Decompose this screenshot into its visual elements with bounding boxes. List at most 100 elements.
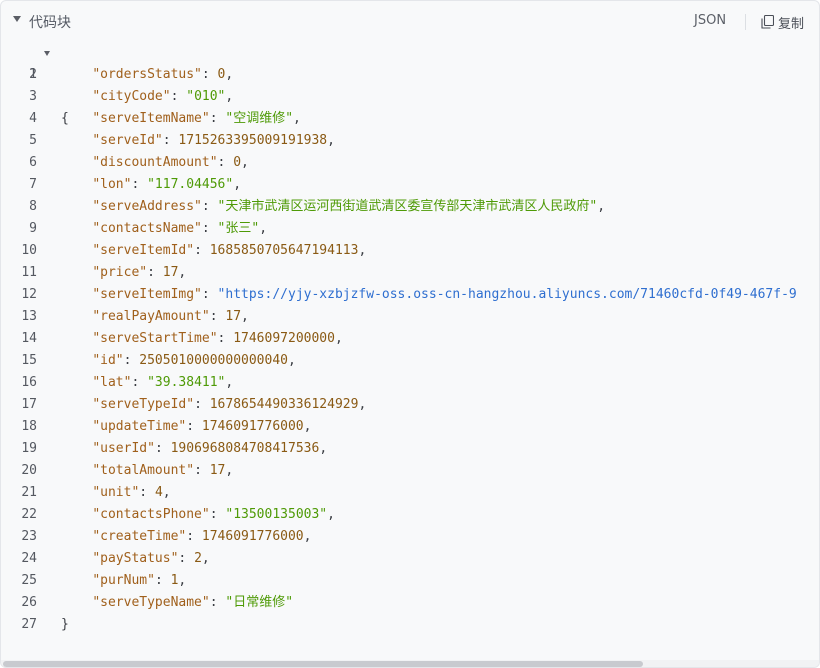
code-text: "lon": "117.04456", [61,174,241,196]
comma: , [241,309,249,324]
code-text: "discountAmount": 0, [61,152,249,174]
colon: : [201,287,218,302]
colon: : [186,529,202,544]
code-block: 代码块 JSON 复制 1 { 2 "ordersStatus": 0, 3 "c… [0,0,820,668]
collapse-caret-icon[interactable] [13,16,21,22]
language-label[interactable]: JSON [694,13,726,28]
json-key: "lat" [92,375,132,390]
line-number: 25 [21,573,37,588]
json-key: "discountAmount" [92,155,218,170]
code-text: "serveTypeId": 1678654490336124929, [61,394,366,416]
json-key: "serveItemName" [92,111,210,126]
colon: : [186,419,202,434]
json-value: 1746091776000 [201,419,304,434]
code-text: "cityCode": "010", [61,86,233,108]
json-value: 2 [194,551,202,566]
colon: : [209,111,226,126]
json-value: 0 [233,155,242,170]
json-key: "createTime" [92,529,187,544]
comma: , [303,419,312,434]
comma: , [259,221,268,236]
fold-toggle-icon[interactable] [44,51,50,56]
json-key: "lon" [92,177,132,192]
code-text: "ordersStatus": 0, [61,64,233,86]
line-number: 10 [21,243,37,258]
comma: , [597,199,606,214]
colon: : [201,67,218,82]
code-block-title: 代码块 [29,15,71,31]
colon: : [201,221,218,236]
code-text: "realPayAmount": 17, [61,306,249,328]
line-number: 26 [21,595,37,610]
comma: , [225,67,234,82]
line-number: 19 [21,441,37,456]
colon: : [131,177,148,192]
comma: , [201,551,210,566]
code-text: "userId": 1906968084708417536, [61,438,327,460]
line-number: 16 [21,375,37,390]
json-value: 1678654490336124929 [209,397,359,412]
horizontal-scrollbar-thumb[interactable] [3,661,643,667]
line-number: 11 [21,265,37,280]
colon: : [209,507,226,522]
colon: : [139,485,155,500]
code-text: "price": 17, [61,262,186,284]
code-text: "purNum": 1, [61,570,186,592]
json-key: "id" [92,353,124,368]
colon: : [154,573,171,588]
comma: , [334,331,343,346]
json-key: "serveItemId" [92,243,195,258]
json-key: "userId" [92,441,155,456]
line-number: 7 [29,177,37,192]
line-number: 14 [21,331,37,346]
code-block-header: 代码块 JSON 复制 [1,1,819,41]
code-text: "serveItemImg": "https://yjy-xzbjzfw-oss… [61,284,797,306]
json-value: 1715263395009191938 [178,133,328,148]
close-brace: } [61,617,69,632]
line-number: 13 [21,309,37,324]
json-value: 4 [154,485,163,500]
copy-label: 复制 [778,16,805,32]
colon: : [217,155,234,170]
code-text: "serveAddress": "天津市武清区运河西街道武清区委宣传部天津市武清… [61,196,605,218]
json-value: "117.04456" [147,177,234,192]
code-body[interactable]: 1 { 2 "ordersStatus": 0, 3 "cityCode": "0… [1,42,819,658]
comma: , [225,375,234,390]
colon: : [209,595,226,610]
comma: , [358,397,367,412]
json-value: 1685850705647194113 [209,243,359,258]
json-value: 17 [162,265,179,280]
line-number: 22 [21,507,37,522]
json-value: 1746091776000 [201,529,304,544]
line-number: 17 [21,397,37,412]
comma: , [327,507,335,522]
json-value: 2505010000000000040 [139,353,288,368]
comma: , [225,89,234,104]
code-text: "payStatus": 2, [61,548,210,570]
header-divider [745,14,746,30]
json-value: "010" [186,89,226,104]
json-value: "39.38411" [147,375,226,390]
json-key: "contactsName" [92,221,202,236]
line-number: 5 [29,133,37,148]
code-text: "lat": "39.38411", [61,372,233,394]
comma: , [358,243,367,258]
json-value: "天津市武清区运河西街道武清区委宣传部天津市武清区人民政府" [217,199,598,214]
copy-button[interactable]: 复制 [761,12,804,32]
json-key: "totalAmount" [92,463,195,478]
colon: : [201,199,218,214]
code-text: "serveId": 1715263395009191938, [61,130,335,152]
json-value: "https://yjy-xzbjzfw-oss.oss-cn-hangzhou… [217,287,797,302]
comma: , [327,133,335,148]
colon: : [194,463,210,478]
line-number: 3 [29,89,37,104]
json-value: 1746097200000 [233,331,335,346]
code-text: "serveTypeName": "日常维修" [61,592,293,614]
json-key: "serveAddress" [92,199,202,214]
colon: : [170,89,187,104]
json-key: "serveStartTime" [92,331,218,346]
code-text: "serveItemName": "空调维修", [61,108,301,130]
comma: , [319,441,328,456]
comma: , [293,111,301,126]
colon: : [123,353,140,368]
